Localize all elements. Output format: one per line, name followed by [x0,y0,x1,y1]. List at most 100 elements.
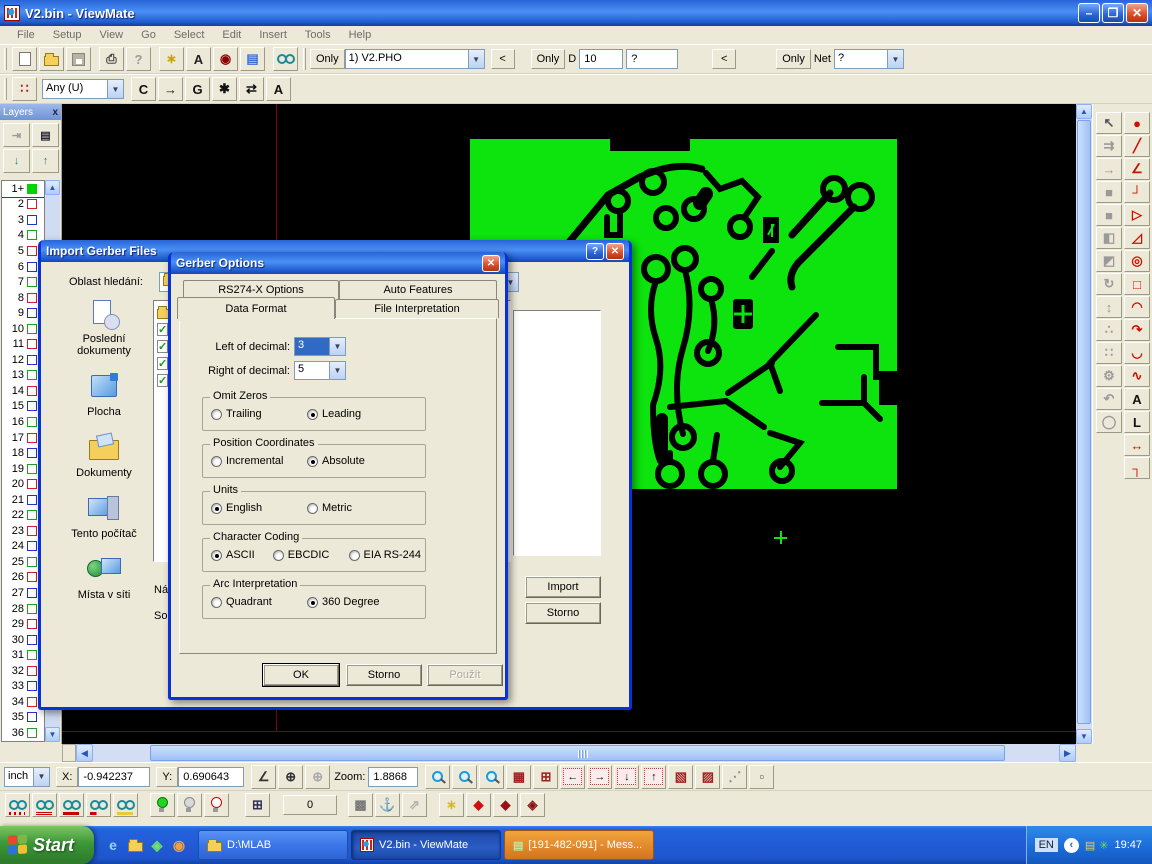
rotate-icon[interactable]: ↻ [1096,273,1122,295]
browse-lines-icon[interactable] [32,793,57,817]
layer-color-swatch[interactable] [27,262,37,272]
radio-icon[interactable] [307,456,318,467]
browse-notes-icon[interactable] [113,793,138,817]
vertical-scroll-thumb[interactable] [1077,120,1091,724]
toolbar-grip[interactable] [4,48,7,70]
right-decimal-combo[interactable]: 5 ▼ [294,361,346,380]
chevron-down-icon[interactable]: ▼ [468,50,484,68]
import-button[interactable]: Import [525,576,601,598]
flip-icon[interactable]: ◩ [1096,250,1122,272]
tile-windows-icon[interactable]: ⊞ [245,793,270,817]
y-coordinate-field[interactable]: 0.690643 [178,767,244,787]
scroll-up-icon[interactable]: ▲ [1076,104,1092,119]
horizontal-scroll-thumb[interactable] [150,745,1005,761]
layer-row[interactable]: 36 [2,725,44,741]
layer-color-swatch[interactable] [27,619,37,629]
x-coordinate-field[interactable]: -0.942237 [78,767,150,787]
radio-icon[interactable] [211,503,222,514]
unit-combo[interactable]: inch ▼ [4,767,50,787]
chevron-down-icon[interactable]: ▼ [329,362,345,379]
radio-absolute[interactable]: Absolute [307,455,365,467]
height-gauge-icon[interactable]: A [186,47,211,71]
layer-color-swatch[interactable] [27,370,37,380]
draw-arc-chord-icon[interactable]: ◠ [1124,296,1150,318]
menu-view[interactable]: View [90,28,132,42]
layer-color-swatch[interactable] [27,401,37,411]
layer-color-swatch[interactable] [27,728,37,738]
draw-curve-icon[interactable]: ∿ [1124,365,1150,387]
vertex-icon[interactable]: ∴ [1096,319,1122,341]
radio-trailing[interactable]: Trailing [211,408,307,420]
layer-color-swatch[interactable] [27,541,37,551]
radio-icon[interactable] [349,550,360,561]
layer-up-icon[interactable]: ↑ [32,149,59,173]
radio-icon[interactable] [307,503,318,514]
layer-row[interactable]: 4 [2,228,44,244]
dimension-icon[interactable]: ↔ [1124,434,1150,456]
help-book-icon[interactable]: ◈ [148,836,166,854]
layer-color-swatch[interactable] [27,666,37,676]
layer-color-swatch[interactable] [27,604,37,614]
draw-line-icon[interactable]: ╱ [1124,135,1150,157]
pad-scratch-icon[interactable]: ◆ [493,793,518,817]
highlight-a-button[interactable]: A [266,77,291,101]
layer-row[interactable]: 3 [2,212,44,228]
restore-button[interactable]: ❐ [1102,3,1124,23]
draw-circle-icon[interactable]: ◎ [1124,250,1150,272]
scroll-right-icon[interactable]: ▶ [1059,744,1076,762]
taskbar-task[interactable]: V2.bin - ViewMate [351,830,501,860]
scroll-down-icon[interactable]: ▼ [1076,729,1092,744]
layer-color-swatch[interactable] [27,184,37,194]
only-net-button[interactable]: Only [776,49,811,69]
pan-up-icon[interactable]: ↑ [641,765,666,789]
grid-points-icon[interactable]: ▩ [348,793,373,817]
chevron-down-icon[interactable]: ▼ [329,338,345,355]
tab-auto-features[interactable]: Auto Features [339,280,497,299]
prev-net-button[interactable]: < [712,49,736,69]
grid-toggle-icon[interactable]: ▦ [506,765,531,789]
tray-chevron-icon[interactable]: ‹ [1064,838,1079,853]
browse-traces-icon[interactable] [5,793,30,817]
menu-select[interactable]: Select [165,28,214,42]
highlight-g-button[interactable]: G [185,77,210,101]
draw-elbow-icon[interactable]: ┘ [1124,181,1150,203]
layer-color-swatch[interactable] [27,293,37,303]
polar-origin-icon[interactable]: ⊕ [305,765,330,789]
ok-button[interactable]: OK [263,664,339,686]
radio-icon[interactable] [211,409,222,420]
layer-color-swatch[interactable] [27,588,37,598]
net-combo[interactable]: ? ▼ [834,49,904,69]
layer-down-icon[interactable]: ↓ [3,149,30,173]
fill-rect-icon[interactable]: ■ [1096,181,1122,203]
radio-icon[interactable] [211,456,222,467]
layer-color-swatch[interactable] [27,433,37,443]
pan-down-icon[interactable]: ↓ [614,765,639,789]
grid-settings-icon[interactable]: ⊞ [533,765,558,789]
draw-arc-icon[interactable]: ↷ [1124,319,1150,341]
new-file-icon[interactable] [12,47,37,71]
film-colors-icon[interactable]: ▤ [240,47,265,71]
layer-color-swatch[interactable] [27,479,37,489]
layer-color-swatch[interactable] [27,526,37,536]
layer-color-swatch[interactable] [27,417,37,427]
print-icon[interactable]: ⎙ [99,47,124,71]
layer-color-swatch[interactable] [27,355,37,365]
place-desktop[interactable]: Plocha [87,373,121,418]
layer-color-swatch[interactable] [27,635,37,645]
ie-icon[interactable]: e [104,836,122,854]
radio-ebcdic[interactable]: EBCDIC [273,549,349,561]
apply-button[interactable]: Použít [427,664,503,686]
draw-triangle-icon[interactable]: ◿ [1124,227,1150,249]
layer-color-swatch[interactable] [27,199,37,209]
vertical-scrollbar[interactable]: ▲ ▼ [1076,104,1092,744]
layer-on-lamp-icon[interactable] [150,793,175,817]
dcode-grid-icon[interactable]: ∷ [12,77,37,101]
resize-icon[interactable]: ↕ [1096,296,1122,318]
highlight-star-button[interactable]: ✱ [212,77,237,101]
scroll-down-icon[interactable]: ▼ [45,727,60,742]
layer-color-swatch[interactable] [27,572,37,582]
scroll-up-icon[interactable]: ▲ [45,180,60,195]
pad-fill-icon[interactable]: ◆ [466,793,491,817]
origin-icon[interactable]: ⊕ [278,765,303,789]
radio-icon[interactable] [307,597,318,608]
